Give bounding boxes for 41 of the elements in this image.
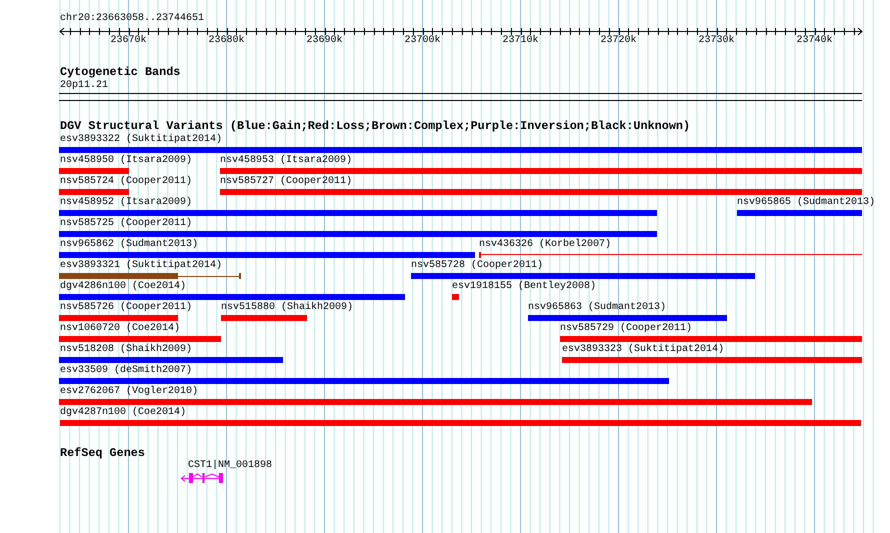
variant-label[interactable]: nsv458953 (Itsara2009) — [220, 155, 352, 167]
variant-label[interactable]: nsv515880 (Shaikh2009) — [221, 302, 354, 314]
variant-line[interactable] — [479, 252, 862, 258]
ruler-label: 23740k — [795, 35, 834, 47]
variant-label[interactable]: nsv585729 (Cooper2011) — [560, 323, 692, 335]
location-label: chr20:23663058..23744651 — [60, 13, 204, 25]
variant-label[interactable]: dgv4286n100 (Coe2014) — [60, 281, 186, 293]
gene-label[interactable]: CST1|NM_001898 — [188, 460, 272, 472]
ruler-label: 23730k — [697, 35, 736, 47]
band-label: 20p11.21 — [60, 80, 108, 92]
variant-label[interactable]: esv2762067 (Vogler2010) — [60, 386, 198, 398]
ruler-label: 23670k — [109, 35, 148, 47]
track-title: RefSeq Genes — [60, 447, 145, 460]
track-title: Cytogenetic Bands — [60, 66, 180, 79]
variant-label[interactable]: nsv458950 (Itsara2009) — [60, 155, 192, 167]
variant-label[interactable]: esv1918155 (Bentley2008) — [452, 281, 596, 293]
variant-label[interactable]: esv3893321 (Suktitipat2014) — [60, 260, 222, 272]
ruler-label: 23690k — [305, 35, 344, 47]
variant-label[interactable]: nsv458952 (Itsara2009) — [60, 197, 192, 209]
variant-label[interactable]: nsv585724 (Cooper2011) — [60, 176, 192, 188]
variant-bar[interactable] — [59, 272, 241, 279]
variant-label[interactable]: nsv585727 (Cooper2011) — [220, 176, 352, 188]
gene-drawing[interactable] — [181, 473, 224, 484]
variant-label[interactable]: esv3893322 (Suktitipat2014) — [60, 134, 222, 146]
variant-label[interactable]: nsv585726 (Cooper2011) — [60, 302, 192, 314]
variant-label[interactable]: dgv4287n100 (Coe2014) — [60, 407, 186, 419]
variant-label[interactable]: nsv436326 (Korbel2007) — [479, 239, 612, 251]
variant-label[interactable]: nsv518208 (Shaikh2009) — [60, 344, 192, 356]
ruler-label: 23720k — [599, 35, 638, 47]
variant-label[interactable]: nsv585725 (Cooper2011) — [60, 218, 192, 230]
variant-label[interactable]: nsv585728 (Cooper2011) — [411, 260, 544, 272]
variant-label[interactable]: nsv965862 (Sudmant2013) — [60, 239, 198, 251]
track-title: DGV Structural Variants (Blue:Gain;Red:Loss;Brown:Complex;Purple:Inversion;Black:Unknown) — [60, 120, 690, 133]
ruler-label: 23680k — [207, 35, 246, 47]
variant-label[interactable]: esv33509 (deSmith2007) — [60, 365, 192, 377]
ruler-label: 23710k — [501, 35, 540, 47]
variant-label[interactable]: nsv1060720 (Coe2014) — [60, 323, 180, 335]
variant-label[interactable]: nsv965865 (Sudmant2013) — [737, 197, 876, 209]
ruler-label: 23700k — [403, 35, 442, 47]
variant-label[interactable]: esv3893323 (Suktitipat2014) — [562, 344, 724, 356]
variant-label[interactable]: nsv965863 (Sudmant2013) — [528, 302, 666, 314]
